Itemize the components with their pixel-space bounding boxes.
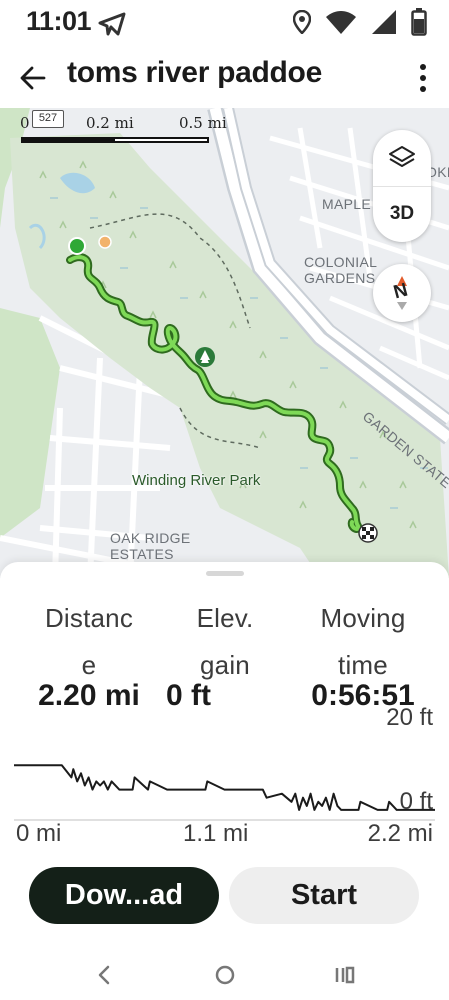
status-icons [293, 8, 427, 36]
scale-zero: 0 [20, 114, 30, 132]
layers-button[interactable] [373, 130, 431, 186]
trail-details-sheet: Distanc e 2.20 mi Elev. gain 0 ft Moving… [0, 562, 449, 1000]
stat-elevation: Elev. gain 0 ft [160, 592, 290, 714]
page-title: toms river paddoe [67, 56, 322, 89]
telegram-icon [98, 12, 126, 36]
distance-label-1: Distanc [44, 603, 134, 633]
compass-button[interactable]: N [373, 264, 431, 322]
signal-icon [372, 10, 396, 34]
label-maple: MAPLE [322, 196, 371, 212]
label-oak-ridge: OAK RIDGE ESTATES [110, 530, 191, 562]
download-button[interactable]: Dow...ad [29, 867, 219, 924]
nav-home-icon[interactable] [210, 960, 240, 990]
road-shield: 527 [32, 110, 64, 128]
elevation-chart[interactable]: 20 ft 0 ft 0 mi 1.1 mi 2.2 mi [0, 702, 449, 852]
nav-back-icon[interactable] [90, 960, 120, 990]
x-tick-label: 1.1 mi [183, 820, 249, 847]
map-view[interactable]: 0 527 0.2 mi 0.5 mi MAPLE COLONIAL GARDE… [0, 108, 449, 578]
elevation-label-1: Elev. [196, 603, 254, 633]
scale-bar: 0 527 0.2 mi 0.5 mi [18, 110, 238, 154]
wifi-icon [326, 11, 356, 34]
header: toms river paddoe [0, 48, 449, 106]
x-tick-label: 0 mi [16, 820, 62, 847]
arrow-left-icon[interactable] [16, 60, 52, 96]
stat-distance: Distanc e 2.20 mi [22, 592, 156, 714]
nav-recents-icon[interactable] [330, 960, 360, 990]
y-tick-label: 0 ft [399, 788, 433, 815]
status-bar: 11:01 [0, 0, 449, 44]
location-icon [293, 10, 311, 34]
more-vertical-icon[interactable] [411, 60, 435, 96]
label-park: Winding River Park [132, 472, 261, 489]
scale-mid: 0.2 mi [86, 114, 134, 132]
battery-icon [411, 8, 427, 36]
moving-label-1: Moving [320, 603, 406, 633]
elevation-series-line [14, 764, 435, 811]
scale-end: 0.5 mi [179, 114, 227, 132]
label-colonial: COLONIAL GARDENS [304, 254, 378, 286]
stat-moving-time: Moving time 0:56:51 [296, 592, 430, 714]
status-time: 11:01 [26, 6, 92, 36]
start-button[interactable]: Start [229, 867, 419, 924]
y-tick-label: 20 ft [386, 704, 433, 731]
system-nav-bar [0, 950, 449, 1000]
3d-button[interactable]: 3D [373, 186, 431, 242]
layers-icon [389, 146, 415, 167]
x-tick-label: 2.2 mi [367, 820, 433, 847]
map-control-stack: 3D [373, 130, 431, 242]
sheet-handle[interactable] [206, 571, 244, 576]
